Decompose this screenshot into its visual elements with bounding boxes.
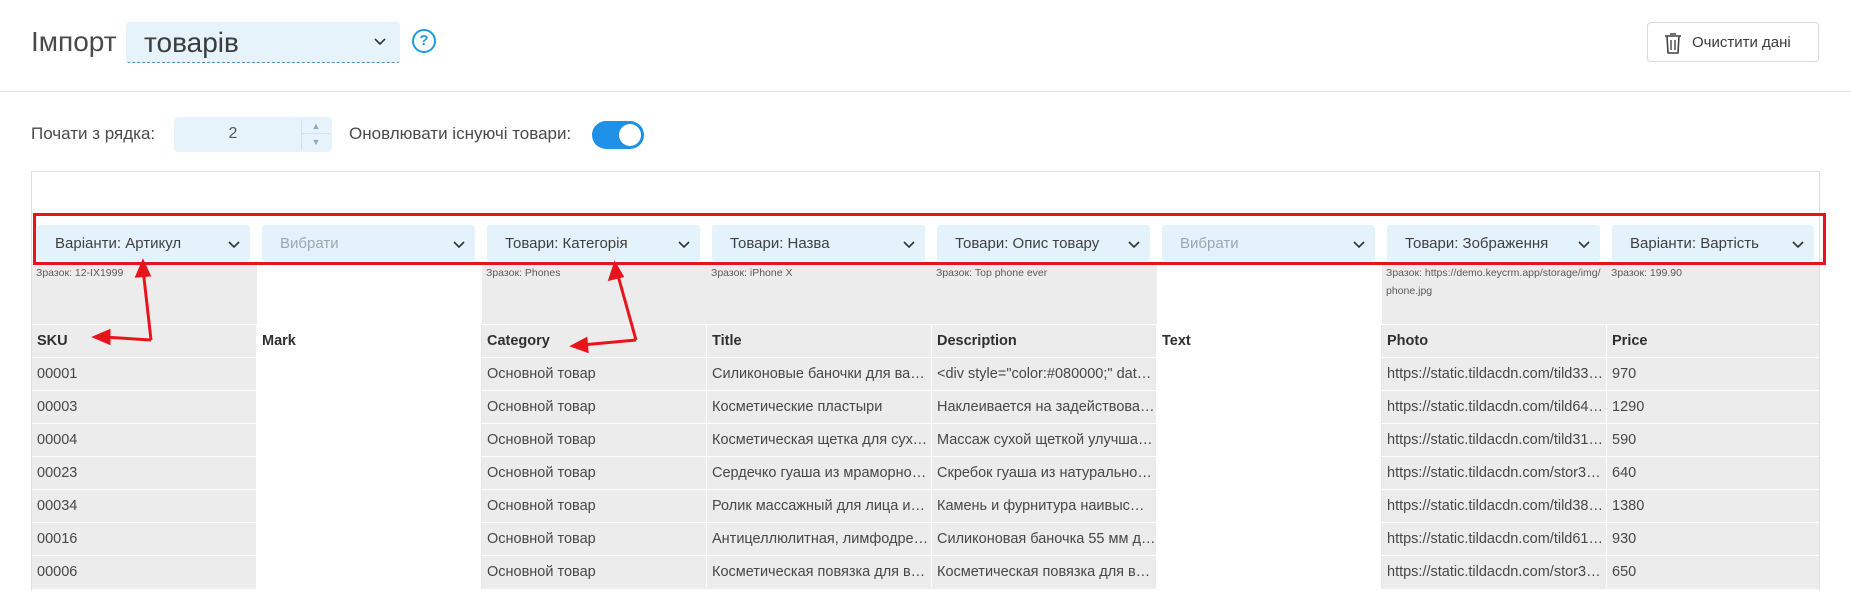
arrow-category-head: [581, 338, 637, 347]
arrowhead-category-up: [607, 260, 625, 282]
arrow-sku: [141, 268, 153, 341]
arrowhead-sku-up: [134, 258, 152, 278]
arrowhead-category-left: [569, 336, 589, 354]
arrowhead-sku-left: [91, 328, 111, 346]
arrow-category: [615, 271, 638, 341]
arrow-sku-head: [103, 335, 152, 342]
annotation-arrows: [91, 258, 638, 354]
